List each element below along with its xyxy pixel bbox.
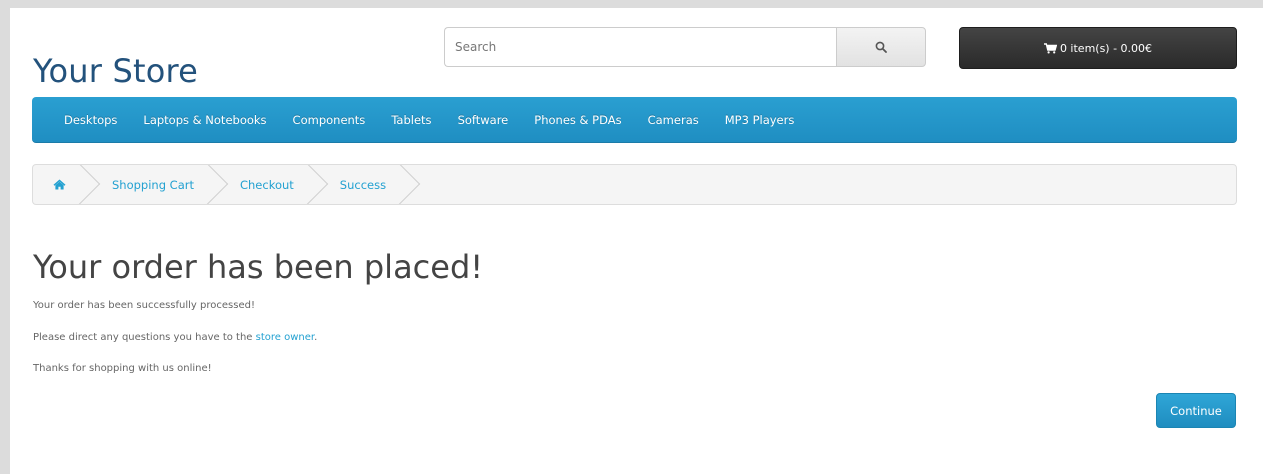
home-icon [53, 179, 66, 190]
search-group [444, 27, 926, 67]
menu-item-software[interactable]: Software [448, 113, 525, 127]
breadcrumb-checkout[interactable]: Checkout [216, 165, 316, 204]
contact-message-suffix: . [314, 332, 318, 343]
store-owner-link[interactable]: store owner [256, 332, 314, 343]
menu-item-desktops[interactable]: Desktops [54, 113, 133, 127]
page-frame: Your Store 0 item(s) - 0.00€ Desktops La… [10, 8, 1263, 474]
menu-item-cameras[interactable]: Cameras [638, 113, 715, 127]
menu-item-mp3-players[interactable]: MP3 Players [715, 113, 811, 127]
breadcrumb-home[interactable] [33, 165, 88, 204]
search-input[interactable] [444, 27, 836, 67]
search-button[interactable] [836, 27, 926, 67]
shopping-cart-icon [1043, 42, 1057, 53]
menu-item-laptops-notebooks[interactable]: Laptops & Notebooks [133, 113, 282, 127]
breadcrumb-success[interactable]: Success [316, 165, 408, 204]
search-icon [875, 41, 887, 53]
page-title: Your order has been placed! [33, 248, 484, 286]
menu-item-phones-pdas[interactable]: Phones & PDAs [524, 113, 637, 127]
menu-item-components[interactable]: Components [283, 113, 382, 127]
contact-message: Please direct any questions you have to … [33, 332, 317, 343]
contact-message-prefix: Please direct any questions you have to … [33, 332, 256, 343]
success-message: Your order has been successfully process… [33, 300, 255, 311]
menu-item-tablets[interactable]: Tablets [381, 113, 447, 127]
cart-button[interactable]: 0 item(s) - 0.00€ [959, 27, 1237, 69]
breadcrumb: Shopping Cart Checkout Success [32, 164, 1237, 205]
main-menu: Desktops Laptops & Notebooks Components … [32, 97, 1237, 143]
store-logo[interactable]: Your Store [33, 52, 198, 90]
breadcrumb-shopping-cart[interactable]: Shopping Cart [88, 165, 216, 204]
continue-button[interactable]: Continue [1156, 393, 1236, 428]
thanks-message: Thanks for shopping with us online! [33, 363, 212, 374]
cart-summary: 0 item(s) - 0.00€ [1059, 41, 1153, 55]
